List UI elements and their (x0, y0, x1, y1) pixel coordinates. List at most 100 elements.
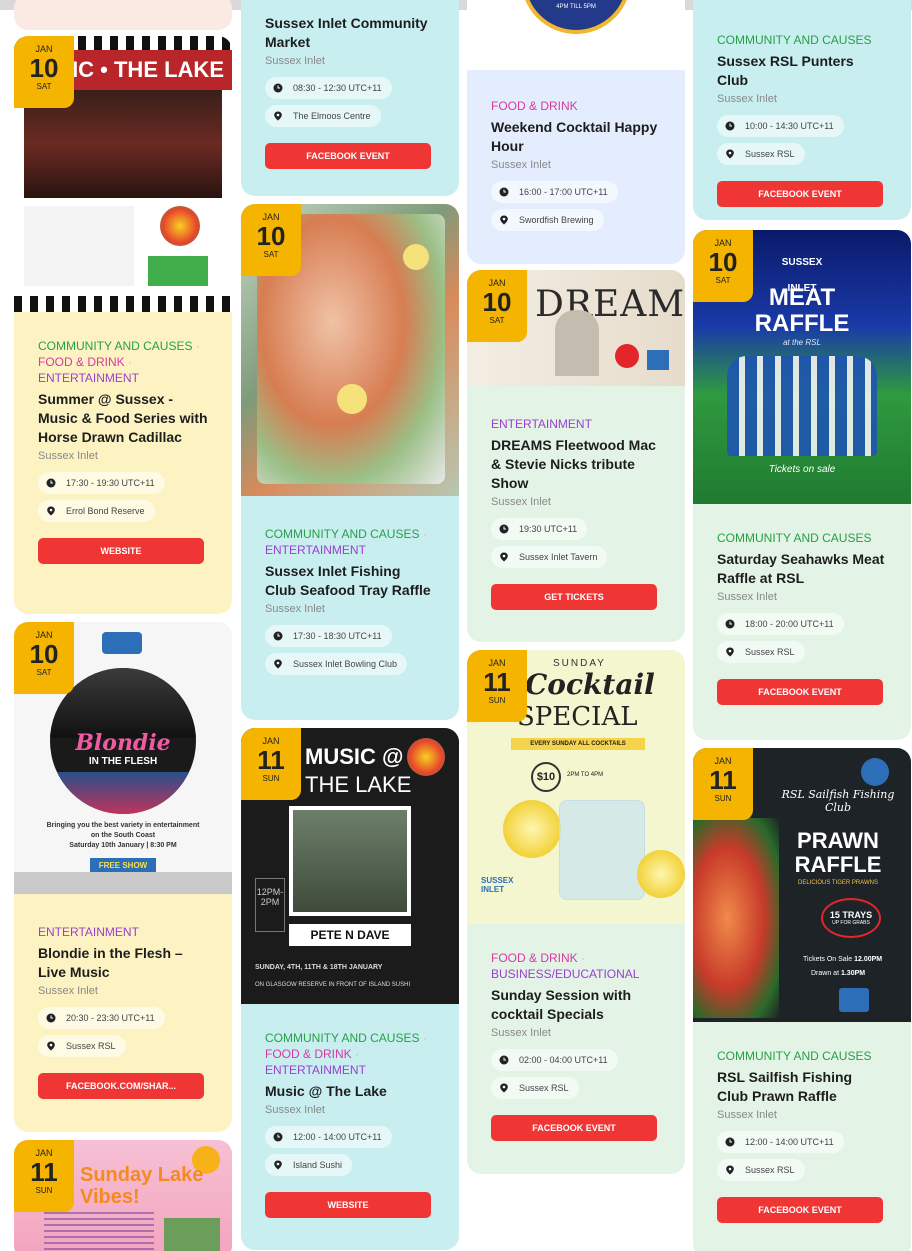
event-card[interactable]: MUSIC @ THE LAKE 12PM-2PM PETE N DAVE SU… (241, 728, 459, 1250)
facebook-event-button[interactable]: FACEBOOK EVENT (717, 181, 883, 207)
event-location: Sussex Inlet (38, 450, 98, 462)
category-community[interactable]: COMMUNITY AND CAUSES (717, 531, 871, 545)
category-list: ENTERTAINMENT (38, 924, 208, 940)
website-button[interactable]: WEBSITE (265, 1192, 431, 1218)
event-title[interactable]: Music @ The Lake (265, 1082, 435, 1101)
time-pill: 19:30 UTC+11 (491, 518, 588, 540)
category-list: FOOD & DRINK (491, 98, 661, 114)
event-card[interactable]: JAN 10 SAT COMMUNITY AND CAUSES · ENTERTAI… (241, 204, 459, 720)
event-title[interactable]: Sussex RSL Punters Club (717, 52, 887, 90)
event-card[interactable]: RSL Sailfish Fishing Club PRAWN RAFFLE D… (693, 748, 911, 1251)
category-list: COMMUNITY AND CAUSES (717, 530, 887, 546)
lemon (337, 384, 367, 414)
date-badge: JAN 10 SAT (241, 204, 301, 276)
venue-pill: Sussex RSL (717, 143, 805, 165)
poster-title: PRAWN (797, 828, 879, 853)
clock-icon (273, 1132, 283, 1142)
get-tickets-button[interactable]: GET TICKETS (491, 584, 657, 610)
event-card[interactable]: SUNDAY Cocktail SPECIAL EVERY SUNDAY ALL… (467, 650, 685, 1174)
poster-line3: Saturday 10th January | 8:30 PM (69, 842, 177, 849)
map-pin-icon (273, 111, 283, 121)
event-card[interactable]: 4PM TILL 5PM FOOD & DRINK Weekend Cockta… (467, 0, 685, 264)
facebook-event-button[interactable]: FACEBOOK EVENT (265, 143, 431, 169)
category-entertainment[interactable]: ENTERTAINMENT (265, 543, 366, 557)
facebook-event-button[interactable]: FACEBOOK EVENT (717, 1197, 883, 1223)
poster-sub: DELICIOUS TIGER PRAWNS (797, 880, 878, 886)
prawns-image (693, 818, 779, 1018)
date-badge: JAN 10 SAT (14, 622, 74, 694)
rsl-logo: SUSSEX INLET (781, 257, 823, 294)
clock-icon (725, 619, 735, 629)
map-pin-icon (725, 647, 735, 657)
website-button[interactable]: WEBSITE (38, 538, 204, 564)
event-card[interactable]: SIC • THE LAKE JAN 10 SAT COMMUNITY AND CA… (14, 36, 232, 614)
sponsor-logo (148, 256, 208, 286)
category-community[interactable]: COMMUNITY AND CAUSES (265, 527, 419, 541)
category-entertainment[interactable]: ENTERTAINMENT (265, 1063, 366, 1077)
map-pin-icon (273, 1160, 283, 1170)
date-badge: JAN 10 SAT (467, 270, 527, 342)
sponsor-logo (647, 350, 669, 370)
lemon (403, 244, 429, 270)
event-title[interactable]: Sussex Inlet Community Market (265, 14, 435, 52)
event-card[interactable]: COMMUNITY AND CAUSES Sussex RSL Punters … (693, 0, 911, 220)
clock-icon (499, 1055, 509, 1065)
event-card[interactable]: Sussex Inlet Community Market Sussex Inl… (241, 0, 459, 196)
poster-hours: 2PM TO 4PM (567, 772, 604, 778)
facebook-event-button[interactable]: FACEBOOK EVENT (717, 679, 883, 705)
poster-photo (164, 1218, 220, 1251)
poster-line2: on the South Coast (90, 832, 156, 839)
date-badge: JAN 11 SUN (241, 728, 301, 800)
facebook-event-button[interactable]: FACEBOOK EVENT (491, 1115, 657, 1141)
cocktail-glass (559, 800, 645, 900)
badge-sticker (615, 344, 639, 368)
category-entertainment[interactable]: ENTERTAINMENT (38, 371, 139, 385)
category-food[interactable]: FOOD & DRINK (491, 99, 578, 113)
category-community[interactable]: COMMUNITY AND CAUSES (717, 1049, 871, 1063)
time-pill: 17:30 - 19:30 UTC+11 (38, 472, 165, 494)
event-card[interactable]: Blondie IN THE FLESH Bringing you the be… (14, 622, 232, 1132)
previous-card-edge (14, 0, 232, 30)
category-community[interactable]: COMMUNITY AND CAUSES (38, 339, 192, 353)
clock-icon (499, 187, 509, 197)
event-title[interactable]: Saturday Seahawks Meat Raffle at RSL (717, 550, 887, 588)
poster-title: MUSIC @ (305, 744, 404, 769)
event-title[interactable]: Weekend Cocktail Happy Hour (491, 118, 661, 156)
category-list: FOOD & DRINK · BUSINESS/EDUCATIONAL (491, 951, 640, 981)
venue-pill: Sussex RSL (717, 641, 805, 663)
time-pill: 12:00 - 14:00 UTC+11 (717, 1131, 844, 1153)
poster-title-2: RAFFLE (794, 852, 882, 877)
venue-pill: The Elmoos Centre (265, 105, 381, 127)
event-card[interactable]: DREAMS JAN10SAT ENTERTAINMENT DREAMS Fle… (467, 270, 685, 642)
category-food[interactable]: FOOD & DRINK (38, 355, 125, 369)
tickets-text: Tickets on sale (768, 464, 836, 475)
time-tag: 12PM-2PM (255, 878, 285, 932)
rsl-logo (839, 988, 869, 1012)
category-entertainment[interactable]: ENTERTAINMENT (38, 925, 139, 939)
category-community[interactable]: COMMUNITY AND CAUSES (265, 1031, 419, 1045)
event-title[interactable]: Blondie in the Flesh – Live Music (38, 944, 208, 982)
category-community[interactable]: COMMUNITY AND CAUSES (717, 33, 871, 47)
category-entertainment[interactable]: ENTERTAINMENT (491, 417, 592, 431)
poster-club: RSL Sailfish Fishing Club (781, 788, 895, 814)
event-title[interactable]: Sunday Session with cocktail Specials (491, 986, 661, 1024)
category-food[interactable]: FOOD & DRINK (265, 1047, 352, 1061)
category-business[interactable]: BUSINESS/EDUCATIONAL (491, 967, 639, 981)
lemon (503, 800, 561, 858)
event-image[interactable]: 4PM TILL 5PM (467, 0, 685, 70)
facebook-share-button[interactable]: FACEBOOK.COM/SHAR... (38, 1073, 204, 1099)
event-location: Sussex Inlet (717, 93, 777, 105)
category-list: ENTERTAINMENT (491, 416, 661, 432)
event-card[interactable]: SUSSEX INLET MEAT RAFFLE at the RSL Tick… (693, 230, 911, 740)
map-pin-icon (725, 149, 735, 159)
venue-pill: Island Sushi (265, 1154, 353, 1176)
festival-logo (407, 738, 445, 776)
category-food[interactable]: FOOD & DRINK (491, 951, 578, 965)
clock-icon (725, 1137, 735, 1147)
event-card[interactable]: Sunday Lake Vibes! JAN 11 SUN (14, 1140, 232, 1251)
map-pin-icon (46, 1041, 56, 1051)
event-title[interactable]: RSL Sailfish Fishing Club Prawn Raffle (717, 1068, 887, 1106)
event-title[interactable]: Sussex Inlet Fishing Club Seafood Tray R… (265, 562, 435, 600)
event-title[interactable]: DREAMS Fleetwood Mac & Stevie Nicks trib… (491, 436, 661, 493)
event-title[interactable]: Summer @ Sussex - Music & Food Series wi… (38, 390, 208, 447)
